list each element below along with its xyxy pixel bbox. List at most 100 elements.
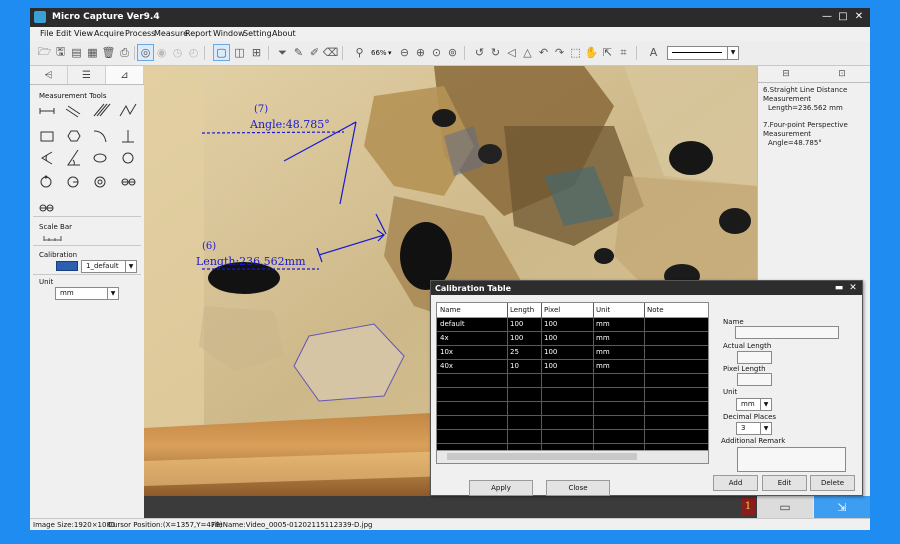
calibration-select[interactable]: 1_default ▼: [81, 260, 137, 273]
menu-process[interactable]: Process: [125, 29, 155, 38]
measurement-item-7-title[interactable]: 7.Four-point Perspective Measurement: [763, 121, 867, 139]
delete-button[interactable]: Delete: [810, 475, 855, 491]
record-icon[interactable]: ◷: [170, 45, 185, 60]
table-row[interactable]: [437, 387, 708, 402]
edit-icon[interactable]: ✐: [307, 45, 322, 60]
scale-bar-icon[interactable]: [43, 234, 63, 242]
point-count-tool-icon[interactable]: [39, 204, 54, 212]
calibration-table[interactable]: Name Length Pixel Unit Note default 100 …: [436, 302, 709, 464]
save-icon[interactable]: 🖫: [53, 45, 68, 60]
polygon-tool-icon[interactable]: [67, 130, 81, 142]
minimize-button[interactable]: —: [819, 10, 835, 24]
text-color-icon[interactable]: A: [646, 45, 661, 60]
multi-parallel-tool-icon[interactable]: [93, 103, 111, 117]
col-length-header[interactable]: Length: [510, 306, 534, 314]
chevron-down-icon[interactable]: ▼: [107, 288, 118, 299]
menu-window[interactable]: Window: [213, 29, 245, 38]
zoom-fit-icon[interactable]: ⊙: [429, 45, 444, 60]
add-button[interactable]: Add: [713, 475, 758, 491]
parallel-line-tool-icon[interactable]: [65, 105, 81, 118]
line-style-select[interactable]: ▼: [667, 46, 739, 60]
open-folder-icon[interactable]: 🗁: [37, 45, 52, 60]
menu-about[interactable]: About: [272, 29, 296, 38]
table-row[interactable]: [437, 373, 708, 388]
batch-save-icon[interactable]: ▦: [85, 45, 100, 60]
maximize-button[interactable]: □: [835, 10, 851, 24]
table-row[interactable]: [437, 415, 708, 430]
dual-view-icon[interactable]: ◫: [232, 45, 247, 60]
circle-distance-tool-icon[interactable]: [121, 178, 136, 186]
angle-tool-icon[interactable]: [41, 151, 53, 165]
menu-measure[interactable]: Measure: [154, 29, 188, 38]
select-icon[interactable]: ⬚: [568, 45, 583, 60]
rectangle-tool-icon[interactable]: [40, 131, 54, 142]
export-button[interactable]: ⇲: [814, 496, 870, 518]
dialog-close-button[interactable]: ✕: [847, 282, 859, 294]
ellipse-tool-icon[interactable]: [93, 153, 107, 163]
live-video-icon[interactable]: ◎: [137, 44, 154, 61]
menu-view[interactable]: View: [74, 29, 93, 38]
table-row[interactable]: default 100 100 mm: [437, 317, 708, 332]
quad-view-icon[interactable]: ⊞: [249, 45, 264, 60]
measurement-item-6-title[interactable]: 6.Straight Line Distance Measurement: [763, 86, 867, 104]
menu-report[interactable]: Report: [185, 29, 212, 38]
concentric-circle-tool-icon[interactable]: [94, 176, 106, 188]
menu-file[interactable]: File: [40, 29, 53, 38]
delete-icon[interactable]: 🗑: [101, 45, 116, 60]
chevron-down-icon[interactable]: ▼: [727, 47, 738, 59]
zoom-out-icon[interactable]: ⊖: [397, 45, 412, 60]
length-measure-line[interactable]: [318, 234, 385, 256]
edit-button[interactable]: Edit: [762, 475, 807, 491]
tab-adjust[interactable]: ⩤: [30, 66, 68, 84]
calibration-ruler-icon[interactable]: [56, 261, 78, 271]
table-row[interactable]: [437, 429, 708, 444]
page-badge[interactable]: 1: [741, 498, 755, 515]
redo-icon[interactable]: ↷: [552, 45, 567, 60]
actual-length-field[interactable]: [737, 351, 772, 364]
four-point-angle-tool-icon[interactable]: [67, 149, 80, 166]
horizontal-scrollbar[interactable]: [437, 450, 708, 463]
name-field[interactable]: [735, 326, 839, 339]
angle-line-b[interactable]: [339, 121, 357, 205]
table-row[interactable]: 4x 100 100 mm: [437, 331, 708, 346]
actual-size-icon[interactable]: ⊚: [445, 45, 460, 60]
menu-setting[interactable]: Setting: [243, 29, 272, 38]
close-dialog-button[interactable]: Close: [546, 480, 610, 496]
decimal-places-select[interactable]: 3 ▼: [736, 422, 772, 435]
col-pixel-header[interactable]: Pixel: [544, 306, 560, 314]
undo-icon[interactable]: ↶: [536, 45, 551, 60]
menu-acquire[interactable]: Acquire: [94, 29, 124, 38]
radius-circle-tool-icon[interactable]: [67, 176, 79, 188]
timer-icon[interactable]: ◴: [186, 45, 201, 60]
crop-icon[interactable]: ⌗: [616, 45, 631, 60]
pixel-length-field[interactable]: [737, 373, 772, 386]
zoom-dropdown-icon[interactable]: ▾: [388, 49, 392, 57]
move-icon[interactable]: ⇱: [600, 45, 615, 60]
close-button[interactable]: ✕: [851, 10, 867, 24]
apply-button[interactable]: Apply: [469, 480, 533, 496]
save-as-icon[interactable]: ▤: [69, 45, 84, 60]
print-icon[interactable]: ⎙: [117, 45, 132, 60]
rotate-right-icon[interactable]: ↻: [488, 45, 503, 60]
scrollbar-thumb[interactable]: [447, 453, 637, 460]
circle-tool-icon[interactable]: [122, 152, 134, 164]
unit-select[interactable]: mm ▼: [55, 287, 119, 300]
tab-measure[interactable]: ⊿: [106, 66, 144, 84]
additional-remark-field[interactable]: [737, 447, 846, 472]
line-tool-icon[interactable]: [39, 108, 55, 114]
gallery-button[interactable]: ▭: [757, 496, 813, 518]
zoom-in-icon[interactable]: ⊕: [413, 45, 428, 60]
dialog-unit-select[interactable]: mm ▼: [736, 398, 772, 411]
zoom-icon[interactable]: ⚲: [352, 45, 367, 60]
chevron-down-icon[interactable]: ▼: [125, 261, 136, 272]
polyline-tool-icon[interactable]: [119, 103, 137, 117]
three-point-circle-tool-icon[interactable]: [40, 175, 52, 188]
capture-icon[interactable]: ◉: [154, 45, 169, 60]
annotate-icon[interactable]: ✎: [291, 45, 306, 60]
rotate-left-icon[interactable]: ↺: [472, 45, 487, 60]
col-name-header[interactable]: Name: [440, 306, 461, 314]
pan-hand-icon[interactable]: ✋: [584, 45, 599, 60]
col-unit-header[interactable]: Unit: [596, 306, 610, 314]
eraser-icon[interactable]: ⌫: [323, 45, 339, 60]
table-row[interactable]: 40x 10 100 mm: [437, 359, 708, 374]
